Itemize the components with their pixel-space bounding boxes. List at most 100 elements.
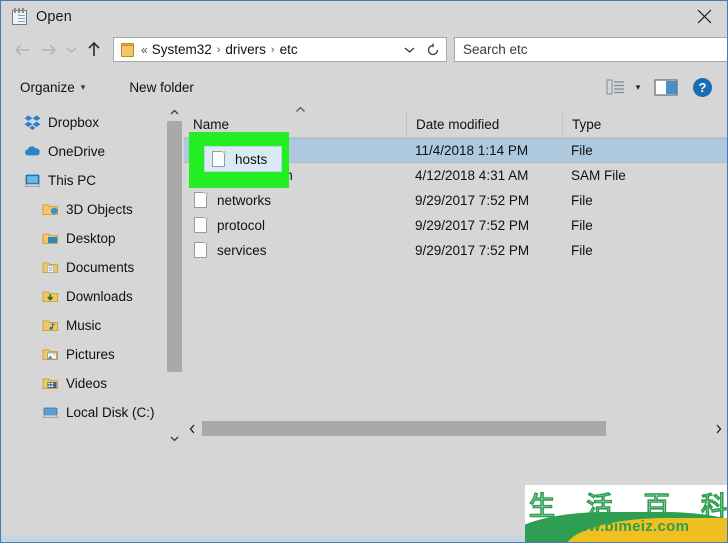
sidebar-item-3d-objects[interactable]: 3D Objects [2,195,166,224]
sidebar-scrollbar[interactable] [166,104,183,447]
organize-button[interactable]: Organize ▾ [12,74,93,100]
horizontal-scrollbar[interactable] [184,420,727,437]
chevron-left-icon [189,424,195,433]
command-bar: Organize ▾ New folder ▾ ? [1,71,727,103]
sidebar-item-onedrive[interactable]: OneDrive [2,137,166,166]
scroll-right-button[interactable] [710,420,727,437]
file-name-label: protocol [217,218,266,233]
this-pc-icon [24,172,41,189]
sidebar-item-label: Desktop [66,231,116,246]
table-row[interactable]: services 9/29/2017 7:52 PM File [184,238,727,263]
help-icon[interactable]: ? [685,74,719,100]
file-type-cell: File [571,218,593,233]
sidebar-item-label: Pictures [66,347,115,362]
sidebar-item-label: Documents [66,260,135,275]
breadcrumb-ellipsis[interactable]: « [141,43,148,57]
sidebar-item-downloads[interactable]: Downloads [2,282,166,311]
view-dropdown-caret[interactable]: ▾ [629,74,647,100]
music-folder-icon [42,317,59,334]
annotation-highlight: hosts [189,132,289,188]
table-row[interactable]: networks 9/29/2017 7:52 PM File [184,188,727,213]
sidebar-item-videos[interactable]: Videos [2,369,166,398]
sidebar-item-label: OneDrive [48,144,106,159]
sidebar-item-local-disk-c[interactable]: Local Disk (C:) [2,398,166,427]
back-button[interactable] [9,37,35,63]
file-date-cell: 9/29/2017 7:52 PM [415,243,530,258]
close-button[interactable] [681,1,727,32]
documents-folder-icon [42,259,59,276]
organize-label: Organize [20,79,75,95]
file-type-cell: File [571,143,593,158]
sidebar-item-label: 3D Objects [66,202,133,217]
open-file-dialog: Open « System32 › drivers › etc Search e… [0,0,728,543]
title-bar: Open [1,1,727,33]
breadcrumb-separator: › [270,43,275,56]
annotation-target-label: hosts [235,151,268,167]
file-date-cell: 11/4/2018 1:14 PM [415,143,529,158]
folder-icon [120,42,136,57]
sidebar-item-this-pc[interactable]: This PC [2,166,166,195]
column-header-type[interactable]: Type [562,111,727,138]
videos-folder-icon [42,375,59,392]
search-input[interactable]: Search etc [463,42,528,57]
forward-button[interactable] [35,37,61,63]
chevron-right-icon [716,424,722,433]
annotation-target-hosts[interactable]: hosts [204,146,282,172]
scroll-left-button[interactable] [184,420,201,437]
file-type-cell: File [571,243,593,258]
file-type-cell: SAM File [571,168,626,183]
navigation-sidebar[interactable]: Dropbox OneDrive This PC 3D Objects Desk… [2,104,166,447]
preview-pane-icon[interactable] [647,74,685,100]
scrollbar-thumb[interactable] [202,421,606,436]
address-bar[interactable]: « System32 › drivers › etc [113,37,447,62]
file-date-cell: 9/29/2017 7:52 PM [415,193,530,208]
up-button[interactable] [81,37,107,63]
sidebar-item-desktop[interactable]: Desktop [2,224,166,253]
navigation-bar: « System32 › drivers › etc Search etc [1,33,727,66]
arrow-right-icon [41,44,56,55]
svg-text:?: ? [698,80,706,95]
sidebar-item-music[interactable]: Music [2,311,166,340]
onedrive-icon [24,143,41,160]
file-date-cell: 9/29/2017 7:52 PM [415,218,530,233]
column-label: Date modified [416,117,500,132]
sidebar-item-dropbox[interactable]: Dropbox [2,108,166,137]
3d-objects-folder-icon [42,201,59,218]
address-dropdown-button[interactable] [398,38,420,61]
sidebar-item-label: Music [66,318,102,333]
sidebar-item-label: Local Disk (C:) [66,405,155,420]
recent-locations-button[interactable] [61,37,81,63]
breadcrumb-drivers[interactable]: drivers [225,42,266,57]
file-date-cell: 4/12/2018 4:31 AM [415,168,529,183]
close-icon [697,9,711,24]
arrow-left-icon [14,44,29,55]
refresh-icon [427,43,439,55]
notepad-icon [11,8,29,26]
scroll-up-button[interactable] [166,104,183,121]
sidebar-item-documents[interactable]: Documents [2,253,166,282]
chevron-up-icon [170,109,179,115]
new-folder-button[interactable]: New folder [121,74,202,100]
desktop-folder-icon [42,230,59,247]
breadcrumb-separator: › [216,43,221,56]
sidebar-item-label: Downloads [66,289,133,304]
pictures-folder-icon [42,346,59,363]
sidebar-item-label: This PC [48,173,97,188]
column-label: Type [572,117,602,132]
file-name-cell: networks [184,191,406,210]
command-bar-right-group: ▾ ? [601,74,719,100]
view-list-icon[interactable] [601,74,629,100]
column-header-date-modified[interactable]: Date modified [406,111,562,138]
refresh-button[interactable] [422,38,444,61]
breadcrumb-etc[interactable]: etc [280,42,298,57]
search-box[interactable]: Search etc [454,37,727,62]
sort-ascending-icon [295,105,306,116]
file-icon [193,241,209,260]
scrollbar-thumb[interactable] [167,121,182,372]
scroll-down-button[interactable] [166,430,183,447]
sidebar-item-pictures[interactable]: Pictures [2,340,166,369]
breadcrumb-system32[interactable]: System32 [152,42,212,57]
watermark: 生 活 百 科 www.bimeiz.com [525,485,727,542]
local-disk-icon [42,404,59,421]
table-row[interactable]: protocol 9/29/2017 7:52 PM File [184,213,727,238]
